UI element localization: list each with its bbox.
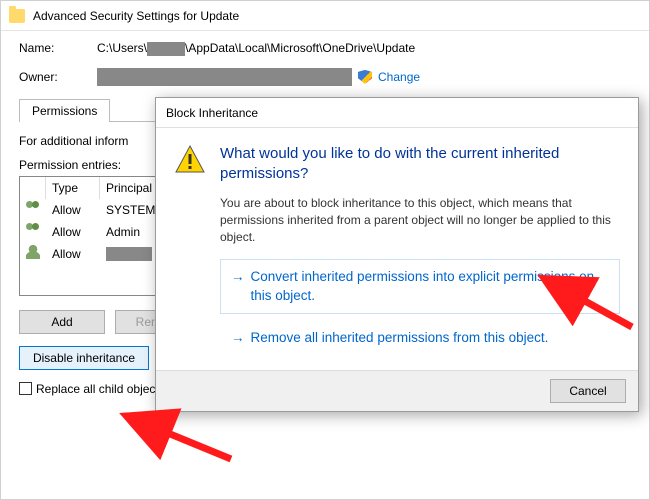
arrow-icon: → [231, 329, 245, 347]
name-row: Name: C:\Users\ \AppData\Local\Microsoft\… [19, 41, 631, 56]
name-label: Name: [19, 41, 97, 55]
user-icon [26, 245, 40, 259]
col-blank [20, 177, 46, 199]
option-remove[interactable]: → Remove all inherited permissions from … [220, 320, 620, 356]
col-type[interactable]: Type [46, 177, 100, 199]
arrow-icon: → [231, 268, 245, 304]
users-icon [26, 201, 42, 215]
folder-icon [9, 9, 25, 23]
shield-icon [358, 70, 372, 84]
change-owner-link[interactable]: Change [378, 70, 420, 84]
option-remove-label: Remove all inherited permissions from th… [251, 329, 549, 347]
dialog-footer: Cancel [156, 370, 638, 411]
path-redacted [147, 42, 185, 56]
row1-type: Allow [46, 225, 100, 239]
dialog-description: You are about to block inheritance to th… [220, 195, 620, 245]
owner-redacted [97, 68, 352, 86]
titlebar: Advanced Security Settings for Update [1, 1, 649, 31]
owner-row: Owner: Change [19, 68, 631, 86]
tab-permissions[interactable]: Permissions [19, 99, 110, 122]
owner-label: Owner: [19, 70, 97, 84]
option-convert[interactable]: → Convert inherited permissions into exp… [220, 259, 620, 313]
dialog-body: What would you like to do with the curre… [156, 128, 638, 370]
dialog-heading: What would you like to do with the curre… [220, 144, 620, 183]
block-inheritance-dialog: Block Inheritance What would you like to… [155, 97, 639, 412]
dialog-title: Block Inheritance [156, 98, 638, 128]
name-path: C:\Users\ \AppData\Local\Microsoft\OneDri… [97, 41, 415, 56]
path-suffix: \AppData\Local\Microsoft\OneDrive\Update [185, 41, 415, 55]
users-icon [26, 223, 42, 237]
warning-icon [174, 144, 206, 172]
path-prefix: C:\Users\ [97, 41, 147, 55]
principal-redacted [106, 247, 152, 261]
owner-value: Change [97, 68, 420, 86]
window-title: Advanced Security Settings for Update [33, 9, 239, 23]
dialog-text: What would you like to do with the curre… [220, 144, 620, 362]
option-convert-label: Convert inherited permissions into expli… [251, 268, 610, 304]
cancel-button[interactable]: Cancel [550, 379, 626, 403]
row2-type: Allow [46, 247, 100, 261]
add-button[interactable]: Add [19, 310, 105, 334]
disable-inheritance-button[interactable]: Disable inheritance [19, 346, 149, 370]
row0-type: Allow [46, 203, 100, 217]
replace-checkbox[interactable] [19, 382, 32, 395]
